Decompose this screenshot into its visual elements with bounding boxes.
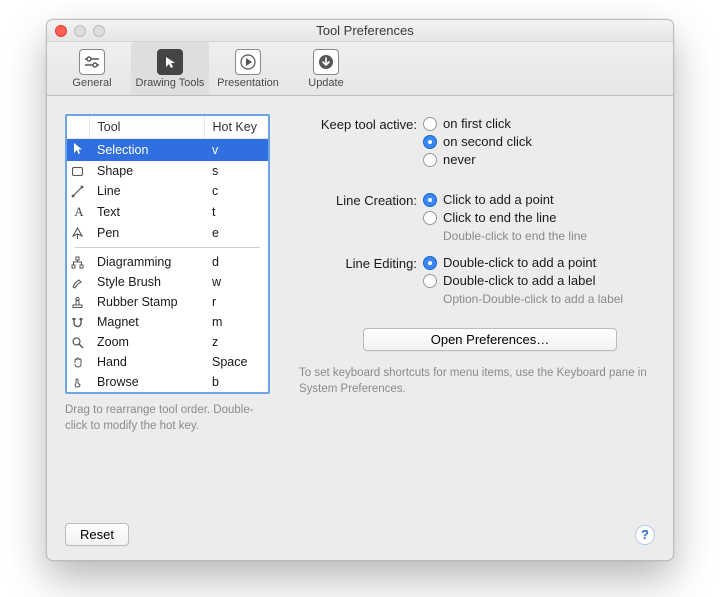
table-hint: Drag to rearrange tool order. Double-cli… xyxy=(65,402,275,434)
radio-icon xyxy=(423,117,437,131)
table-row[interactable]: Shape s xyxy=(67,161,268,181)
shortcuts-hint: To set keyboard shortcuts for menu items… xyxy=(299,365,655,397)
tab-general[interactable]: General xyxy=(53,42,131,95)
radio-icon xyxy=(423,193,437,207)
line-editing-hint: Option-Double-click to add a label xyxy=(443,292,655,306)
col-tool[interactable]: Tool xyxy=(89,116,204,139)
cursor-icon xyxy=(157,49,183,75)
table-row[interactable]: Pen e xyxy=(67,223,268,243)
table-row[interactable]: Zoom z xyxy=(67,332,268,352)
radio-icon xyxy=(423,274,437,288)
sliders-icon xyxy=(79,49,105,75)
close-icon[interactable] xyxy=(55,25,67,37)
preferences-window: Tool Preferences General Drawing Tools P… xyxy=(46,19,674,561)
table-row[interactable]: Selection v xyxy=(67,139,268,162)
radio-click-add-point[interactable]: Click to add a point xyxy=(423,192,655,207)
radio-never[interactable]: never xyxy=(423,152,655,167)
table-row[interactable]: Rubber Stamp r xyxy=(67,292,268,312)
window-title: Tool Preferences xyxy=(115,23,615,38)
footer: Reset ? xyxy=(65,523,655,546)
line-editing-row: Line Editing: Double-click to add a poin… xyxy=(297,255,655,320)
zoom-icon xyxy=(71,336,87,349)
left-column: Tool Hot Key Selection v xyxy=(65,114,275,434)
keep-tool-active-row: Keep tool active: on first click on seco… xyxy=(297,116,655,170)
tab-presentation[interactable]: Presentation xyxy=(209,42,287,95)
line-icon xyxy=(71,185,87,198)
minimize-icon[interactable] xyxy=(74,25,86,37)
pen-icon xyxy=(71,227,87,240)
tab-label: Drawing Tools xyxy=(136,77,205,89)
tab-update[interactable]: Update xyxy=(287,42,365,95)
table-row[interactable]: A Text t xyxy=(67,201,268,223)
selection-icon xyxy=(72,142,87,155)
traffic-lights xyxy=(55,25,105,37)
line-editing-label: Line Editing: xyxy=(297,255,423,320)
radio-icon xyxy=(423,211,437,225)
diagramming-icon xyxy=(71,256,87,269)
table-row[interactable]: Diagramming d xyxy=(67,252,268,272)
content-area: Tool Hot Key Selection v xyxy=(47,96,673,560)
stamp-icon xyxy=(71,296,87,309)
tab-drawing-tools[interactable]: Drawing Tools xyxy=(131,42,209,95)
shape-icon xyxy=(71,165,87,178)
line-creation-hint: Double-click to end the line xyxy=(443,229,655,243)
radio-dblclick-add-label[interactable]: Double-click to add a label xyxy=(423,273,655,288)
radio-on-second-click[interactable]: on second click xyxy=(423,134,655,149)
right-column: Keep tool active: on first click on seco… xyxy=(297,114,655,434)
tab-label: General xyxy=(72,77,111,89)
radio-dblclick-add-point[interactable]: Double-click to add a point xyxy=(423,255,655,270)
help-button[interactable]: ? xyxy=(635,525,655,545)
keep-tool-label: Keep tool active: xyxy=(297,116,423,170)
magnet-icon xyxy=(71,316,87,329)
table-row[interactable]: Browse b xyxy=(67,372,268,392)
download-icon xyxy=(313,49,339,75)
line-creation-row: Line Creation: Click to add a point Clic… xyxy=(297,192,655,257)
radio-on-first-click[interactable]: on first click xyxy=(423,116,655,131)
preferences-toolbar: General Drawing Tools Presentation Updat… xyxy=(47,42,673,96)
reset-button[interactable]: Reset xyxy=(65,523,129,546)
play-icon xyxy=(235,49,261,75)
table-row[interactable]: Style Brush w xyxy=(67,272,268,292)
radio-icon xyxy=(423,256,437,270)
table-row[interactable]: Magnet m xyxy=(67,312,268,332)
tool-table[interactable]: Tool Hot Key Selection v xyxy=(65,114,270,394)
table-row[interactable]: Line c xyxy=(67,181,268,201)
tab-label: Presentation xyxy=(217,77,279,89)
col-hotkey[interactable]: Hot Key xyxy=(204,116,268,139)
radio-icon xyxy=(423,153,437,167)
table-row[interactable]: Hand Space xyxy=(67,352,268,372)
tab-label: Update xyxy=(308,77,343,89)
hand-icon xyxy=(71,356,87,369)
open-preferences-button[interactable]: Open Preferences… xyxy=(363,328,617,351)
radio-click-end-line[interactable]: Click to end the line xyxy=(423,210,655,225)
text-icon: A xyxy=(74,204,83,219)
browse-icon xyxy=(71,376,87,389)
style-brush-icon xyxy=(71,276,87,289)
radio-icon xyxy=(423,135,437,149)
titlebar[interactable]: Tool Preferences xyxy=(47,20,673,42)
line-creation-label: Line Creation: xyxy=(297,192,423,257)
zoom-icon[interactable] xyxy=(93,25,105,37)
